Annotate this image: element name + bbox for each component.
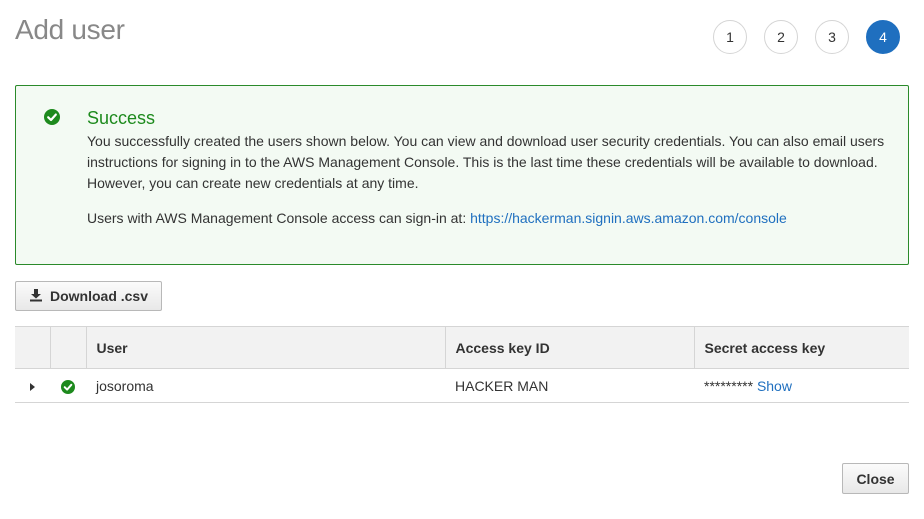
show-secret-link[interactable]: Show xyxy=(757,378,792,394)
signin-info: Users with AWS Management Console access… xyxy=(87,208,787,229)
success-check-icon xyxy=(44,109,60,125)
alert-message: You successfully created the users shown… xyxy=(87,133,885,191)
access-key-column-header[interactable]: Access key ID xyxy=(444,326,694,369)
step-3[interactable]: 3 xyxy=(815,20,849,54)
download-csv-button[interactable]: Download .csv xyxy=(15,281,162,311)
expand-column-header xyxy=(15,326,50,369)
signin-prefix: Users with AWS Management Console access… xyxy=(87,210,471,226)
download-label: Download .csv xyxy=(49,288,149,304)
alert-title: Success xyxy=(87,108,156,128)
user-created-check-icon xyxy=(61,379,75,394)
step-4-current: 4 xyxy=(866,20,900,54)
close-button[interactable]: Close xyxy=(842,463,909,494)
credentials-table: User Access key ID Secret access key jos… xyxy=(15,326,909,403)
step-2[interactable]: 2 xyxy=(764,20,798,54)
step-1[interactable]: 1 xyxy=(713,20,747,54)
secret-key-cell: ********* Show xyxy=(694,368,909,403)
expand-cell xyxy=(15,368,50,403)
status-cell xyxy=(50,368,86,403)
user-column-header[interactable]: User xyxy=(85,326,445,369)
expand-row-caret-icon[interactable] xyxy=(30,382,35,391)
wizard-steps: 1 2 3 4 xyxy=(713,20,900,54)
page-title: Add user xyxy=(15,14,125,45)
secret-key-masked: ********* xyxy=(704,377,754,394)
table-header-row: User Access key ID Secret access key xyxy=(15,326,909,369)
table-row: josoroma HACKER MAN ********* Show xyxy=(15,368,909,403)
status-column-header xyxy=(49,326,86,369)
success-alert: Success You successfully created the use… xyxy=(15,85,909,265)
download-icon xyxy=(29,288,43,305)
access-key-cell: HACKER MAN xyxy=(445,368,694,403)
console-signin-link[interactable]: https://hackerman.signin.aws.amazon.com/… xyxy=(470,210,787,226)
user-cell: josoroma xyxy=(86,368,445,403)
secret-key-column-header[interactable]: Secret access key xyxy=(693,326,909,369)
